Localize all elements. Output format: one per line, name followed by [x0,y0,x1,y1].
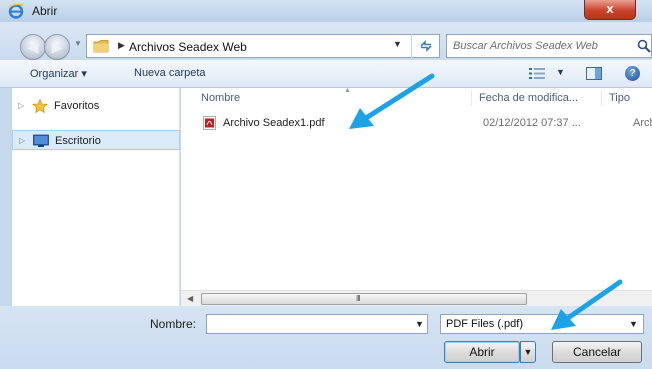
scrollbar-grip: III [356,294,361,303]
navigation-pane: ▷ Favoritos ▷ Escritorio [12,88,180,306]
internet-explorer-icon [8,3,24,19]
file-row[interactable]: Archivo Seadex1.pdf 02/12/2012 07:37 ...… [197,112,652,134]
forward-button[interactable]: ▶ [44,34,70,60]
chevron-down-icon[interactable]: ▼ [393,39,402,49]
file-name-input[interactable] [207,315,407,333]
file-type-filter[interactable]: PDF Files (.pdf) ▼ [440,314,644,334]
open-options-dropdown[interactable]: ▼ [520,341,536,363]
column-header-type[interactable]: Tipo [609,92,630,104]
open-button[interactable]: Abrir [444,341,520,363]
file-name-combobox: ▼ [206,314,428,334]
views-dropdown-icon[interactable]: ▼ [556,67,565,77]
expand-arrow-icon[interactable]: ▷ [18,101,24,110]
file-name-label: Nombre: [150,317,197,331]
address-bar[interactable]: ▶ Archivos Seadex Web ▼ [86,34,440,58]
chevron-right-icon: ▶ [118,40,125,50]
organize-menu[interactable]: Organizar ▾ [30,67,87,80]
desktop-icon [33,134,49,147]
window-title: Abrir [32,4,58,18]
cancel-button[interactable]: Cancelar [552,341,642,363]
open-file-dialog: Abrir x ◀ ▶ ▼ ▶ Archivos Seadex Web ▼ Bu… [0,0,652,369]
folder-icon [93,40,109,53]
new-folder-button[interactable]: Nueva carpeta [134,67,206,79]
dialog-footer: Nombre: ▼ PDF Files (.pdf) ▼ Abrir ▼ Can… [0,306,652,369]
file-name: Archivo Seadex1.pdf [223,117,325,129]
file-type: Archivo [633,117,652,129]
search-icon[interactable] [637,39,651,53]
refresh-icon [420,40,432,52]
title-bar: Abrir x [0,0,652,22]
chevron-down-icon: ▼ [629,319,638,329]
address-row: ◀ ▶ ▼ ▶ Archivos Seadex Web ▼ [0,22,652,60]
help-icon[interactable]: ? [625,66,640,81]
nav-item-favorites[interactable]: ▷ Favoritos [12,96,180,116]
column-header-date[interactable]: Fecha de modifica... [479,92,578,104]
file-type-filter-value: PDF Files (.pdf) [446,318,524,330]
address-path[interactable]: Archivos Seadex Web [129,40,247,54]
column-header-name[interactable]: Nombre [201,92,240,104]
file-list: Nombre ▲ Fecha de modifica... Tipo Archi… [181,87,652,290]
expand-arrow-icon[interactable]: ▷ [19,136,25,145]
star-icon [32,99,48,113]
scroll-left-arrow-icon[interactable]: ◀ [187,294,193,303]
view-list-icon[interactable] [529,67,545,80]
preview-pane-icon[interactable] [586,67,602,80]
recent-locations-dropdown[interactable]: ▼ [74,39,82,48]
column-divider[interactable] [601,90,602,106]
nav-item-label: Escritorio [55,135,101,147]
search-input[interactable] [453,38,629,54]
sort-ascending-icon: ▲ [344,87,351,94]
nav-item-desktop[interactable]: ▷ Escritorio [12,130,180,150]
nav-item-label: Favoritos [54,100,100,112]
horizontal-scrollbar[interactable]: ◀ III [181,290,652,306]
scrollbar-thumb[interactable]: III [201,293,527,305]
chevron-down-icon[interactable]: ▼ [415,319,424,329]
file-date: 02/12/2012 07:37 ... [483,117,581,129]
close-button[interactable]: x [584,0,636,20]
command-toolbar: Organizar ▾ Nueva carpeta ▼ ? [0,60,652,88]
back-button[interactable]: ◀ [20,34,46,60]
refresh-button[interactable] [411,34,440,58]
pdf-icon [203,116,216,130]
column-divider[interactable] [471,90,472,106]
search-box [446,34,652,58]
